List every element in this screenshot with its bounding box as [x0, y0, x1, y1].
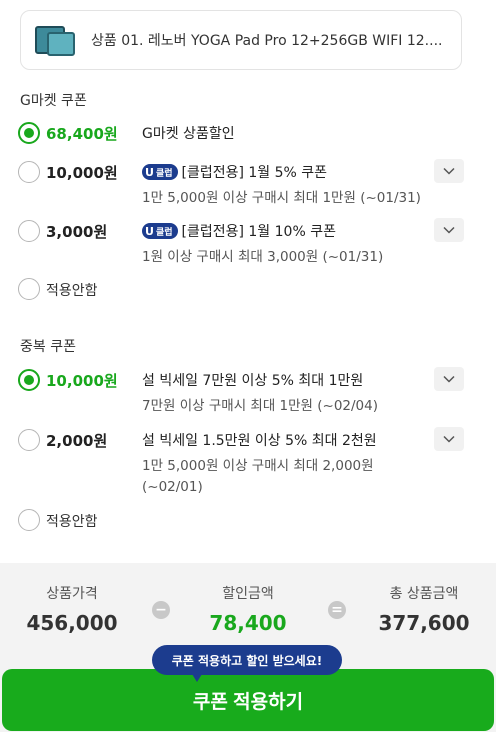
total-label: 총 상품금액: [389, 586, 459, 602]
coupon-condition: 1만 5,000원 이상 구매시 최대 1만원 (~01/31): [142, 190, 421, 206]
coupon-amount: 10,000원: [46, 164, 118, 182]
product-price-value: 456,000: [26, 611, 118, 635]
radio-selected[interactable]: [18, 369, 40, 391]
gmarket-coupon-title: G마켓 쿠폰: [20, 93, 87, 109]
coupon-amount: 3,000원: [46, 223, 108, 241]
coupon-amount: 10,000원: [46, 372, 118, 390]
total-block: 총 상품금액 377,600: [364, 583, 484, 635]
club-badge: U 클럽: [142, 164, 178, 180]
product-name: 상품 01. 레노버 YOGA Pad Pro 12+256GB WIFI 12…: [91, 33, 443, 49]
discount-block: 할인금액 78,400: [188, 583, 308, 635]
coupon-condition: 7만원 이상 구매시 최대 1만원 (~02/04): [142, 398, 379, 414]
coupon-condition: 1만 5,000원 이상 구매시 최대 2,000원 (~02/01): [142, 458, 374, 495]
apply-tooltip: 쿠폰 적용하고 할인 받으세요!: [152, 645, 342, 682]
radio-unselected[interactable]: [18, 161, 40, 183]
product-price-label: 상품가격: [46, 586, 98, 602]
club-badge: U 클럽: [142, 223, 178, 239]
discount-value: 78,400: [209, 611, 287, 635]
none-label: 적용안함: [46, 514, 98, 530]
product-thumbnail: [33, 20, 77, 60]
coupon-amount: 68,400원: [46, 125, 118, 143]
radio-unselected[interactable]: [18, 429, 40, 451]
coupon-title: 설 빅세일 7만원 이상 5% 최대 1만원: [142, 373, 364, 389]
product-card: 상품 01. 레노버 YOGA Pad Pro 12+256GB WIFI 12…: [20, 10, 462, 70]
radio-unselected[interactable]: [18, 220, 40, 242]
duplicate-coupon-title: 중복 쿠폰: [20, 339, 76, 355]
expand-chevron-icon[interactable]: [434, 367, 464, 391]
equals-icon: =: [328, 601, 346, 619]
total-value: 377,600: [378, 611, 470, 635]
product-price-block: 상품가격 456,000: [12, 583, 132, 635]
expand-chevron-icon[interactable]: [434, 218, 464, 242]
radio-selected[interactable]: [18, 122, 40, 144]
expand-chevron-icon[interactable]: [434, 159, 464, 183]
coupon-amount: 2,000원: [46, 432, 108, 450]
coupon-title: [클럽전용] 1월 10% 쿠폰: [181, 224, 336, 240]
none-label: 적용안함: [46, 283, 98, 299]
coupon-title: G마켓 상품할인: [142, 126, 235, 142]
discount-label: 할인금액: [222, 586, 274, 602]
apply-coupon-button[interactable]: 쿠폰 적용하기: [2, 669, 494, 731]
coupon-title: [클럽전용] 1월 5% 쿠폰: [181, 165, 328, 181]
coupon-title: 설 빅세일 1.5만원 이상 5% 최대 2천원: [142, 433, 377, 449]
coupon-condition: 1원 이상 구매시 최대 3,000원 (~01/31): [142, 249, 384, 265]
expand-chevron-icon[interactable]: [434, 427, 464, 451]
minus-icon: −: [152, 601, 170, 619]
radio-unselected[interactable]: [18, 278, 40, 300]
radio-unselected[interactable]: [18, 509, 40, 531]
